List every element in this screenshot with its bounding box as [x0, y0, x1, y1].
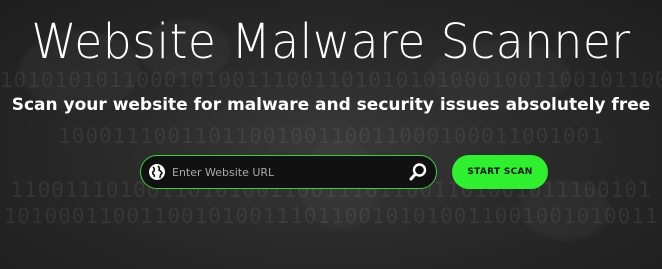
- url-input[interactable]: [172, 160, 402, 184]
- binary-pattern: 1000111001101100100110011000100011001001: [58, 124, 604, 148]
- url-search-field[interactable]: [140, 155, 437, 189]
- page-title: Website Malware Scanner: [31, 14, 631, 70]
- page-subtitle: Scan your website for malware and securi…: [11, 95, 651, 115]
- hero-section: 1010101011000101001110011010101010001001…: [0, 0, 662, 269]
- magnifier-icon[interactable]: [408, 162, 428, 182]
- start-scan-button[interactable]: START SCAN: [452, 155, 548, 189]
- binary-pattern: 1010101011000101001110011010101010001001…: [0, 68, 662, 92]
- globe-icon: [148, 163, 166, 181]
- binary-pattern: 1010001100110010100111011001010100110010…: [3, 204, 659, 228]
